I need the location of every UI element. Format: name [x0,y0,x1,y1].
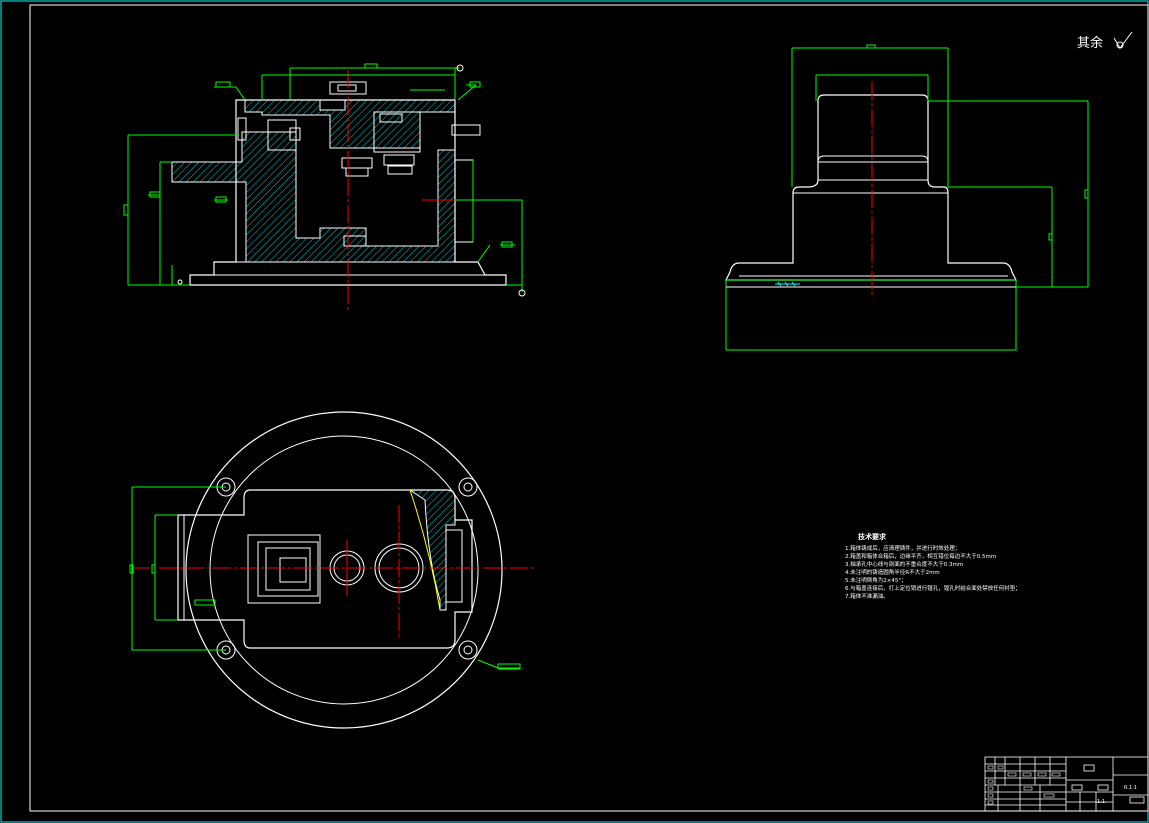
outer-frame [0,0,1149,823]
tech-note-line: 2.箱盖和箱体合箱后，边缘平齐，相互错位每边不大于0.5mm [845,552,996,560]
cad-drawing: 其余 技术要求 1.箱体铸成后，应清理铸件，并进行时效处理； 2.箱盖和箱体合箱… [0,0,1149,823]
tech-note-line: 5.未注明倒角为2×45°； [845,576,907,584]
title-block [984,756,1149,812]
top-outer-flange [185,411,503,729]
side-base [725,279,1017,351]
technical-requirements: 技术要求 1.箱体铸成后，应清理铸件，并进行时效处理； 2.箱盖和箱体合箱后，边… [845,532,1021,600]
roughness-note: 其余 [1077,31,1133,51]
top-inspection-window [257,541,319,597]
top-view [129,411,535,729]
title-block-drawing-no: R.1:1 [1124,785,1137,791]
side-view [725,44,1089,351]
tech-note-line: 3.轴承孔中心线与剖面的不重合度不大于0.3mm [845,560,963,568]
title-block-scale: 1:1 [1097,799,1105,805]
tech-note-line: 7.箱体不准漏油。 [845,592,889,600]
tech-note-line: 6.与箱盖连接后，打上定位销进行镗孔，镗孔时结合面处禁放任何衬垫； [845,584,1021,592]
tech-notes-heading: 技术要求 [858,532,887,541]
roughness-label: 其余 [1077,35,1103,51]
inner-frame [29,4,1149,812]
tech-note-line: 4.未注明的铸造圆角半径R不大于2mm [845,568,940,576]
tech-note-line: 1.箱体铸成后，应清理铸件，并进行时效处理； [845,544,960,552]
front-section-view [123,63,526,310]
